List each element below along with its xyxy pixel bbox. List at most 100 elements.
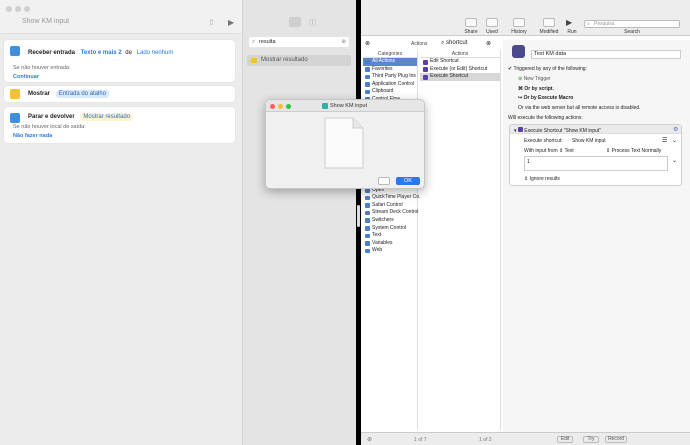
close-dialog-button[interactable] [270,103,275,109]
keyboard-maestro-window: Share Used History Modified ▶ Run ⌕ Pesq… [361,0,690,445]
category-item[interactable]: All Actions [363,58,417,66]
execute-shortcut-label: Execute shortcut: [524,138,563,144]
category-item[interactable]: Stream Deck Control [363,209,418,217]
from-label: de [125,50,132,56]
shortcut-title[interactable]: Show KM input [22,18,69,25]
share-button[interactable] [378,177,390,185]
history-label: History [511,29,527,35]
updown-icon: ⇕ [559,148,564,154]
input-type-select[interactable]: Text [565,148,574,154]
document-icon [324,117,364,169]
km-toolbar: Share Used History Modified ▶ Run ⌕ Pesq… [361,0,690,36]
zoom-window-button[interactable] [24,6,30,12]
minimize-dialog-button[interactable] [278,103,283,109]
shortcuts-titlebar: Show KM input ⇧ ▶ [0,0,242,34]
info-icon[interactable]: ⓘ [309,18,316,28]
minimize-window-button[interactable] [15,6,21,12]
input-source-token[interactable]: Lado nenhum [137,50,174,56]
chevron-down-icon[interactable]: ⌄ [672,157,677,164]
shortcuts-icon [517,126,523,132]
category-item[interactable]: Third Party Plug Ins [363,73,417,81]
zoom-dialog-button[interactable] [286,103,291,109]
input-text-field[interactable]: 1 [524,156,668,171]
category-item[interactable]: Application Control [363,81,417,89]
action-title: Parar e devolver [28,114,75,120]
run-icon[interactable]: ▶ [228,18,234,27]
action-item[interactable]: Execute Shortcut [420,73,500,81]
execute-shortcut-action[interactable]: ▾ Execute Shortcut "Show KM input" ⚙ Exe… [509,124,682,186]
share-button[interactable] [465,18,477,27]
category-item[interactable]: Clipboard [363,88,417,96]
action-item[interactable]: Execute (or Edit) Shortcut [420,66,500,74]
run-icon[interactable]: ▶ [566,18,572,27]
will-execute-label: Will execute the following actions: [508,115,583,121]
clear-filter-icon[interactable]: ⊗ [486,40,491,47]
clear-search-icon[interactable]: ⊗ [341,37,346,47]
chevron-down-icon[interactable]: ⌄ [672,137,677,144]
category-item[interactable]: Text [363,232,417,240]
no-output-label: Se não houver local de saída: [13,124,86,130]
show-result-dialog: Show KM input OK [265,99,425,189]
library-toggle-button[interactable] [289,17,301,27]
km-search-input[interactable]: ⌕ Pesquisa [584,20,680,28]
category-item[interactable]: Favorites [363,66,417,74]
add-category-button[interactable]: ⊕ [367,436,372,443]
new-trigger-button[interactable]: ⊕ New Trigger [518,76,551,82]
category-item[interactable]: QuickTime Player Co... [363,194,423,202]
divider-handle[interactable] [357,205,360,227]
no-input-label: Se não houver entrada: [13,65,71,71]
result-label: Mostrar resultado [261,57,308,63]
shortcut-select[interactable]: Show KM input [572,138,606,144]
share-icon[interactable]: ⇧ [208,18,215,27]
macro-icon[interactable] [512,45,525,58]
process-text-select[interactable]: ⇕ Process Text Normally [606,148,661,154]
search-result-item[interactable]: Mostrar resultado [247,55,351,66]
try-button[interactable]: Try [583,436,599,443]
action-header[interactable]: ▾ Execute Shortcut "Show KM input" [514,126,601,134]
show-result-icon [251,58,257,63]
show-result-token[interactable]: Mostrar resultado [80,113,134,121]
action-item[interactable]: Edit Shortcut [420,58,500,66]
actions-filter-value: shortcut [446,40,468,46]
shortcuts-window: Show KM input ⇧ ▶ Receber entrada Texto … [0,0,356,445]
macro-name-field[interactable]: Text KM data [531,50,681,59]
receive-icon [10,46,20,56]
clear-icon[interactable]: ⊗ [365,40,370,47]
input-types-token[interactable]: Texto e mais 2 [81,50,122,56]
category-pages: 1 of 7 [414,437,427,443]
ignore-results-select[interactable]: ⇕ Ignore results [524,176,560,182]
macro-editor: Text KM data ✔ Triggered by any of the f… [503,40,690,432]
category-item[interactable]: Variables [363,240,417,248]
close-window-button[interactable] [6,6,12,12]
record-button[interactable]: Record [605,436,627,443]
stop-output-icon [10,113,20,123]
category-item[interactable]: Safari Control [363,202,417,210]
actions-search-input[interactable]: ⌕ resulta ⊗ [249,37,349,47]
modified-button[interactable] [543,18,555,27]
category-item[interactable]: Switchers [363,217,417,225]
with-input-from: With input from ⇕ Text [524,148,574,154]
ok-button[interactable]: OK [396,177,420,185]
search-value: resulta [259,39,276,45]
dialog-title: Show KM input [330,102,367,109]
shortcut-editor: Receber entrada Texto e mais 2 de Lado n… [0,34,242,445]
search-label: Search [624,29,640,35]
km-bottom-bar: ⊕ 1 of 7 1 of 3 Edit Try Record [361,432,690,445]
action-gear-icon[interactable]: ⚙ [673,126,678,133]
category-item[interactable]: System Control [363,225,417,233]
shortcut-input-token[interactable]: Entrada do atalho [55,90,110,98]
actions-list: Actions Edit Shortcut Execute (or Edit) … [420,50,501,430]
do-nothing-link[interactable]: Não fazer nada [13,133,52,139]
continue-link[interactable]: Continuar [13,74,39,80]
list-icon[interactable]: ☰ [662,137,667,144]
action-card-receive-input[interactable]: Receber entrada Texto e mais 2 de Lado n… [4,40,235,82]
action-title: Mostrar [28,91,51,97]
history-button[interactable] [513,18,525,27]
search-placeholder: Pesquisa [594,21,615,27]
action-card-show[interactable]: Mostrar Entrada do atalho [4,86,235,102]
used-button[interactable] [486,18,498,27]
edit-button[interactable]: Edit [557,436,573,443]
action-card-stop-output[interactable]: Parar e devolver Mostrar resultado Se nã… [4,107,235,143]
actions-tab-label: Actions [411,41,428,47]
category-item[interactable]: Web [363,247,417,255]
